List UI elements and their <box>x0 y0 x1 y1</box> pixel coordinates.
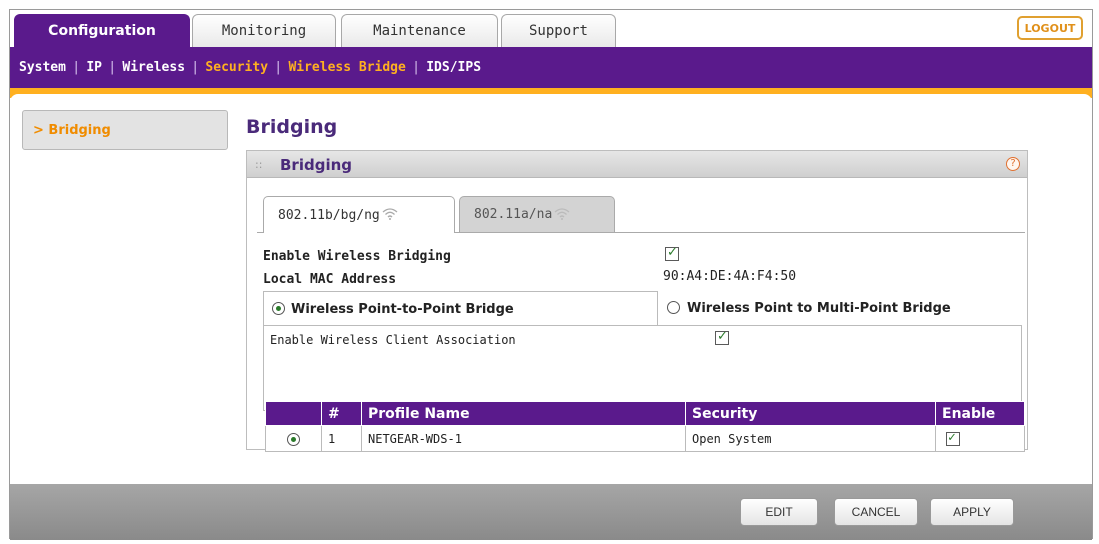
row-number: 1 <box>321 425 362 452</box>
row-enable-checkbox[interactable] <box>946 430 960 446</box>
bridging-panel: :: Bridging ? 802.11b/bg/ng 802.11a/na E… <box>246 150 1028 452</box>
page-title: Bridging <box>246 116 338 138</box>
drag-grip-icon: :: <box>255 158 263 171</box>
profile-table: # Profile Name Security Enable 1 NETGEAR… <box>265 401 1025 452</box>
panel-header: :: Bridging ? <box>247 151 1027 178</box>
logout-button[interactable]: LOGOUT <box>1017 16 1083 40</box>
col-profile-name: Profile Name <box>361 401 686 426</box>
help-icon[interactable]: ? <box>1006 157 1020 171</box>
enable-bridging-label: Enable Wireless Bridging <box>263 249 451 264</box>
sub-navigation: System | IP | Wireless | Security | Wire… <box>10 47 1092 88</box>
col-security: Security <box>685 401 936 426</box>
col-enable: Enable <box>935 401 1025 426</box>
row-security: Open System <box>685 425 936 452</box>
wifi-icon <box>382 207 398 223</box>
subnav-separator: | <box>276 60 281 75</box>
client-assoc-label: Enable Wireless Client Association <box>270 333 516 347</box>
row-select-cell <box>265 425 322 452</box>
main-content: > Bridging Bridging :: Bridging ? 802.11… <box>10 94 1092 484</box>
p2p-settings: Enable Wireless Client Association <box>263 325 1022 411</box>
wifi-icon <box>554 207 570 223</box>
panel-title: Bridging <box>280 156 353 174</box>
footer-bar: EDIT CANCEL APPLY <box>10 484 1092 540</box>
enable-bridging-checkbox[interactable] <box>665 245 679 261</box>
col-select <box>265 401 322 426</box>
local-mac-value: 90:A4:DE:4A:F4:50 <box>663 269 797 284</box>
p2p-radio[interactable] <box>272 302 285 315</box>
row-select-radio[interactable] <box>287 433 300 446</box>
subnav-wireless[interactable]: Wireless <box>122 60 185 75</box>
subnav-wireless-bridge[interactable]: Wireless Bridge <box>288 60 405 75</box>
p2p-mode-cell: Wireless Point-to-Point Bridge <box>263 291 658 325</box>
bridge-mode-box: Wireless Point-to-Point Bridge Wireless … <box>263 291 1022 411</box>
row-enable-cell <box>935 425 1025 452</box>
cancel-button[interactable]: CANCEL <box>834 498 918 526</box>
p2mp-radio[interactable] <box>667 301 680 314</box>
col-number: # <box>321 401 362 426</box>
subnav-separator: | <box>193 60 198 75</box>
tab-support[interactable]: Support <box>501 14 616 47</box>
apply-button[interactable]: APPLY <box>930 498 1014 526</box>
tab-802-11ana[interactable]: 802.11a/na <box>459 196 615 232</box>
sidebar-item-bridging[interactable]: > Bridging <box>22 110 228 150</box>
subnav-separator: | <box>73 60 79 75</box>
top-tab-bar: Configuration Monitoring Maintenance Sup… <box>10 10 1092 47</box>
tab-802-11bgng[interactable]: 802.11b/bg/ng <box>263 196 455 233</box>
subnav-ids-ips[interactable]: IDS/IPS <box>426 60 481 75</box>
edit-button[interactable]: EDIT <box>740 498 818 526</box>
tab-label: 802.11a/na <box>474 207 553 222</box>
tab-configuration[interactable]: Configuration <box>14 14 190 47</box>
local-mac-label: Local MAC Address <box>263 272 397 287</box>
p2mp-label: Wireless Point to Multi-Point Bridge <box>687 301 951 316</box>
subnav-security[interactable]: Security <box>205 60 268 75</box>
subnav-ip[interactable]: IP <box>86 60 102 75</box>
subnav-system[interactable]: System <box>19 60 66 75</box>
tab-monitoring[interactable]: Monitoring <box>192 14 336 47</box>
row-profile-name: NETGEAR-WDS-1 <box>361 425 686 452</box>
table-row[interactable]: 1 NETGEAR-WDS-1 Open System <box>265 425 1025 452</box>
client-assoc-checkbox[interactable] <box>715 329 729 345</box>
subnav-separator: | <box>110 60 115 75</box>
app-frame: Configuration Monitoring Maintenance Sup… <box>9 9 1093 540</box>
tab-maintenance[interactable]: Maintenance <box>341 14 498 47</box>
p2p-label: Wireless Point-to-Point Bridge <box>291 302 514 317</box>
subnav-separator: | <box>413 60 419 75</box>
tab-label: 802.11b/bg/ng <box>278 207 380 223</box>
